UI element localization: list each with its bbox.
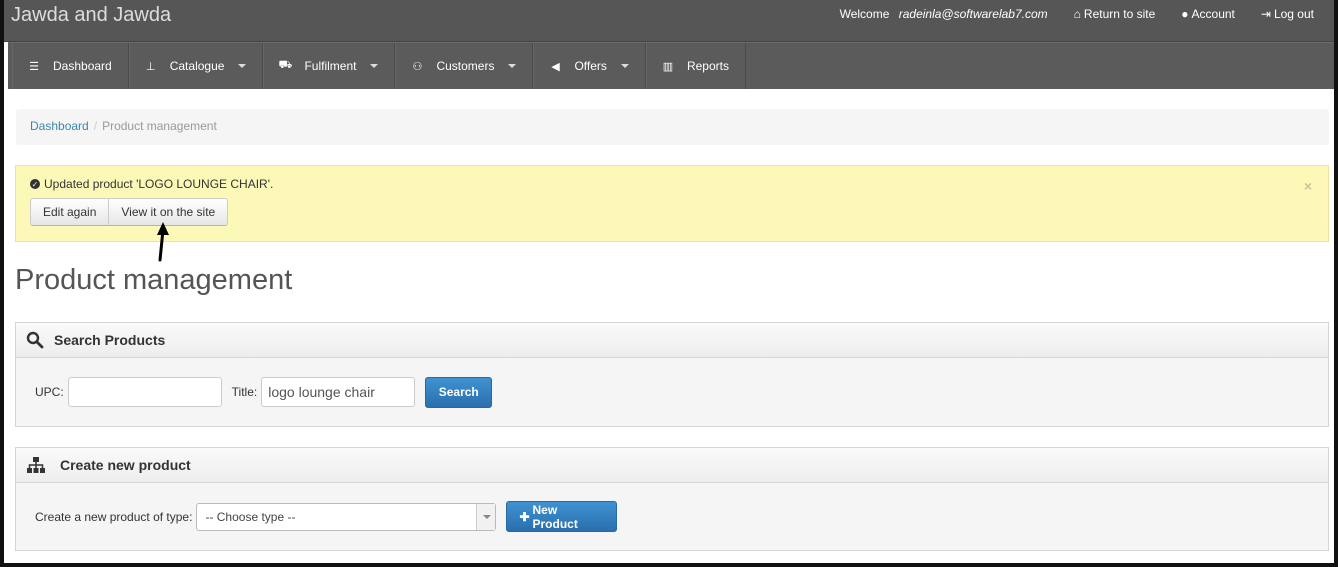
- plus-icon: ✚: [519, 509, 530, 524]
- welcome-prefix: Welcome: [839, 7, 890, 21]
- nav-item-label: Customers: [436, 59, 495, 73]
- home-icon: ⌂: [1073, 7, 1081, 21]
- cart-icon: ⛟: [278, 59, 293, 71]
- upc-label: UPC:: [35, 385, 64, 399]
- return-to-site-link[interactable]: ⌂ Return to site: [1074, 7, 1156, 21]
- nav-item-label: Reports: [686, 59, 729, 73]
- brand-title: Jawda and Jawda: [11, 4, 172, 26]
- caret-down-icon: [483, 514, 492, 519]
- product-type-label: Create a new product of type:: [35, 509, 193, 524]
- nav-item-catalogue[interactable]: ⊥ Catalogue: [128, 43, 264, 89]
- search-icon: [26, 331, 44, 349]
- nav-item-fulfilment[interactable]: ⛟ Fulfilment: [263, 43, 396, 89]
- success-alert: ✓ Updated product 'LOGO LOUNGE CHAIR'. E…: [15, 165, 1329, 242]
- close-icon[interactable]: ×: [1304, 178, 1312, 194]
- caret-down-icon: [238, 64, 247, 68]
- breadcrumb-home-link[interactable]: Dashboard: [30, 119, 89, 133]
- annotation-arrow: [157, 222, 169, 262]
- search-panel-header: Search Products: [16, 323, 1328, 358]
- welcome-text: Welcome radeinla@softwarelab7.com: [840, 7, 1048, 21]
- title-label: Title:: [231, 385, 258, 399]
- caret-down-icon: [370, 64, 379, 68]
- list-icon: ☰: [29, 60, 39, 73]
- check-circle-icon: ✓: [30, 179, 40, 189]
- select-arrow: [476, 503, 496, 530]
- top-links: Welcome radeinla@softwarelab7.com ⌂ Retu…: [840, 7, 1314, 21]
- nav-item-offers[interactable]: ◀ Offers: [533, 43, 646, 89]
- nav-item-label: Dashboard: [53, 59, 112, 73]
- bar-chart-icon: ▥: [662, 60, 674, 73]
- title-input[interactable]: logo lounge chair: [261, 377, 416, 407]
- logout-label: Log out: [1273, 7, 1314, 21]
- user-icon: ●: [1181, 7, 1189, 21]
- breadcrumb: Dashboard / Product management: [16, 109, 1329, 145]
- sitemap-icon: [27, 457, 45, 473]
- nav-item-label: Catalogue: [169, 59, 225, 73]
- group-icon: ⚇: [412, 60, 423, 73]
- alert-button-group: Edit again View it on the site: [30, 198, 1314, 226]
- page-title: Product management: [15, 264, 293, 296]
- new-product-label: New Product: [532, 502, 578, 531]
- bullhorn-icon: ◀: [551, 60, 560, 73]
- alert-message-row: ✓ Updated product 'LOGO LOUNGE CHAIR'.: [30, 177, 1314, 191]
- search-products-panel: Search Products UPC: Title: logo lounge …: [15, 322, 1329, 427]
- main-nav: ☰ Dashboard ⊥ Catalogue ⛟ Fulfilment ⚇ C…: [8, 42, 1334, 89]
- top-bar: Jawda and Jawda Welcome radeinla@softwar…: [4, 0, 1334, 42]
- account-label: Account: [1191, 7, 1235, 21]
- nav-item-label: Fulfilment: [304, 59, 357, 73]
- account-link[interactable]: ● Account: [1181, 7, 1235, 21]
- sign-out-icon: ⇥: [1260, 7, 1271, 21]
- breadcrumb-separator: /: [93, 119, 98, 133]
- search-panel-title: Search Products: [54, 332, 166, 348]
- caret-down-icon: [620, 64, 629, 68]
- search-panel-body: UPC: Title: logo lounge chair Search: [16, 358, 1328, 426]
- nav-item-reports[interactable]: ▥ Reports: [645, 43, 746, 89]
- sitemap-icon: ⊥: [145, 60, 156, 73]
- create-panel-header: Create new product: [16, 448, 1328, 483]
- product-type-selected: -- Choose type --: [205, 509, 296, 524]
- create-panel-title: Create new product: [60, 457, 191, 473]
- new-product-button[interactable]: ✚ New Product: [506, 501, 618, 532]
- return-to-site-label: Return to site: [1083, 7, 1156, 21]
- search-button[interactable]: Search: [425, 376, 493, 408]
- edit-again-button[interactable]: Edit again: [30, 198, 110, 226]
- breadcrumb-current: Product management: [102, 119, 217, 133]
- create-product-panel: Create new product Create a new product …: [15, 447, 1329, 551]
- create-panel-body: Create a new product of type: -- Choose …: [16, 483, 1328, 550]
- product-type-select[interactable]: -- Choose type --: [196, 502, 497, 531]
- nav-item-customers[interactable]: ⚇ Customers: [395, 43, 534, 89]
- upc-input[interactable]: [67, 377, 222, 407]
- welcome-user-email: radeinla@softwarelab7.com: [898, 7, 1048, 21]
- app-frame: Jawda and Jawda Welcome radeinla@softwar…: [0, 0, 1338, 567]
- nav-item-dashboard[interactable]: ☰ Dashboard: [12, 43, 129, 89]
- nav-item-label: Offers: [574, 59, 607, 73]
- caret-down-icon: [508, 64, 517, 68]
- alert-message: Updated product 'LOGO LOUNGE CHAIR'.: [44, 177, 274, 191]
- logout-link[interactable]: ⇥ Log out: [1261, 7, 1314, 21]
